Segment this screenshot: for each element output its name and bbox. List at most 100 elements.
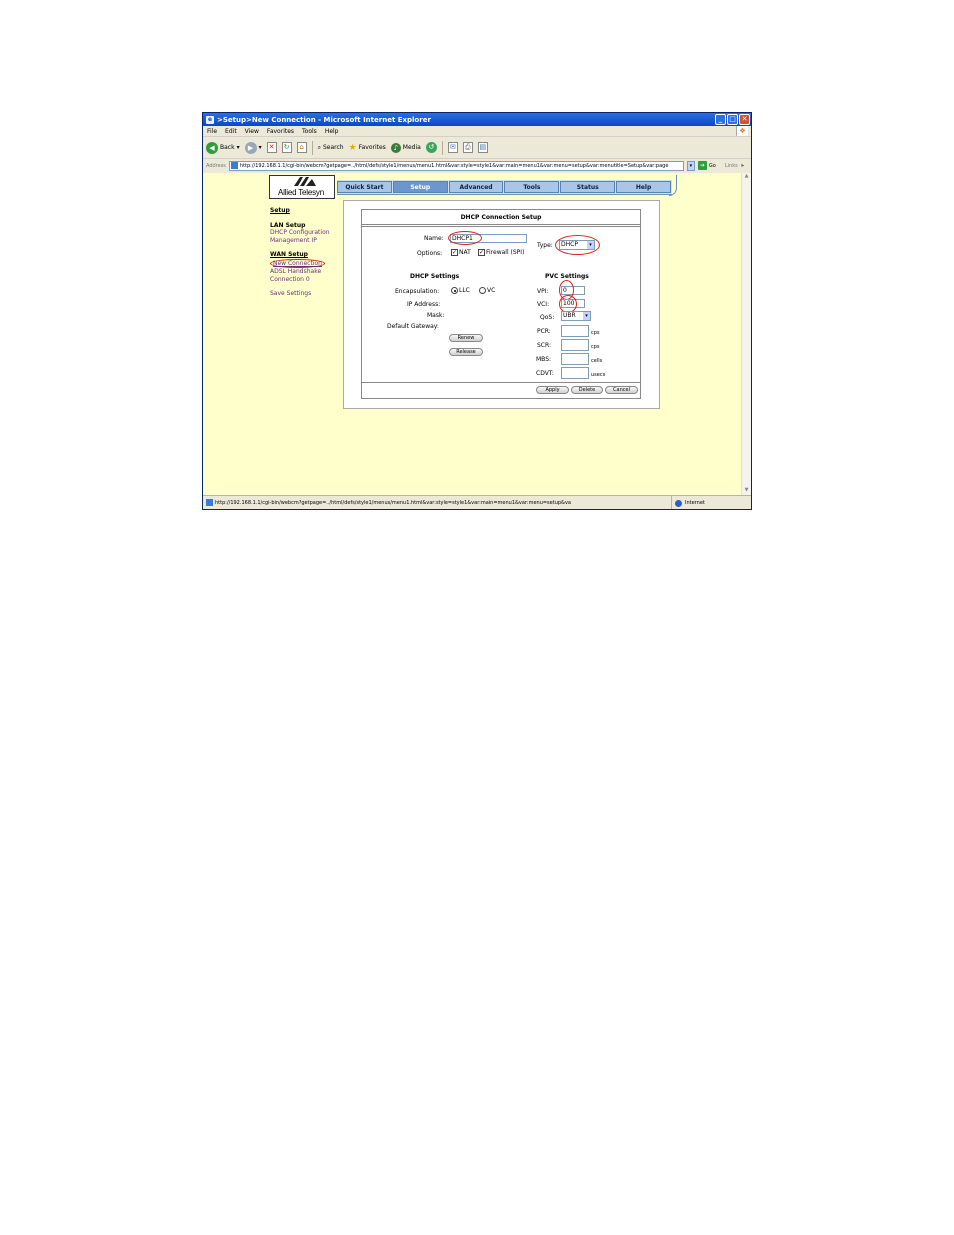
tab-advanced[interactable]: Advanced [448,181,504,193]
mail-icon[interactable]: ✉ [447,142,458,153]
stop-icon[interactable]: ✕ [266,142,277,153]
tab-tools[interactable]: Tools [504,181,560,193]
pvc-settings-header: PVC Settings [545,273,589,280]
form-title: DHCP Connection Setup [362,210,640,225]
back-arrow-icon: ◀ [206,141,218,154]
chevron-right-icon[interactable]: » [741,163,744,169]
cdvt-label: CDVT: [536,370,554,377]
check-icon: ✓ [451,249,458,256]
chevron-down-icon: ▾ [258,144,262,151]
mbs-label: MBS: [536,356,552,363]
go-label: Go [708,162,716,169]
security-zone: Internet [671,496,751,509]
back-button[interactable]: ◀ Back ▾ [206,141,240,154]
llc-radio[interactable]: LLC [450,287,470,294]
pcr-input[interactable] [561,325,589,337]
search-button[interactable]: ⌕ Search [318,144,344,152]
favorites-button[interactable]: ★ Favorites [349,143,386,153]
go-arrow-icon: ➜ [697,161,707,170]
title-bar: e >Setup>New Connection - Microsoft Inte… [203,113,751,126]
dhcp-settings-header: DHCP Settings [410,273,460,280]
toolbar: ◀ Back ▾ ▶ ▾ ✕ ↻ ⌂ ⌕ Search ★ Favorites … [203,137,751,159]
scr-input[interactable] [561,339,589,351]
forward-button[interactable]: ▶ ▾ [244,141,262,154]
globe-icon [675,499,682,507]
menu-tools[interactable]: Tools [302,128,317,135]
maximize-button[interactable]: □ [727,114,738,125]
qos-select[interactable]: UBR ▾ [561,311,591,321]
vc-radio[interactable]: VC [478,287,495,294]
radio-icon [479,287,486,294]
tab-quick-start[interactable]: Quick Start [337,181,392,193]
wan-setup-header: WAN Setup [270,251,308,258]
sidebar-title[interactable]: Setup [270,207,350,215]
ip-address-label: IP Address: [407,301,441,308]
go-button[interactable]: ➜ Go [697,161,716,170]
page-icon [230,162,238,169]
options-label: Options: [417,250,443,257]
refresh-icon[interactable]: ↻ [281,142,292,153]
edit-icon[interactable]: ▤ [477,142,488,153]
chevron-down-icon: ▾ [236,144,240,151]
cdvt-unit: usecs [591,372,606,378]
menu-view[interactable]: View [245,128,259,135]
release-button[interactable]: Release [449,348,483,356]
tab-setup[interactable]: Setup [392,181,448,193]
home-icon[interactable]: ⌂ [296,142,307,153]
radio-icon [451,287,458,294]
qos-value: UBR [563,312,576,319]
cancel-button[interactable]: Cancel [605,386,638,394]
sidebar-item-new-connection[interactable]: New Connection [270,258,325,268]
mbs-input[interactable] [561,353,589,365]
menu-favorites[interactable]: Favorites [267,128,294,135]
dhcp-connection-form: DHCP Connection Setup Name: DHCP1 Type: … [361,209,641,399]
vertical-scrollbar[interactable]: ▲ ▼ [741,173,751,496]
address-input[interactable]: http://192.168.1.1/cgi-bin/webcm?getpage… [228,160,684,171]
delete-button[interactable]: Delete [571,386,603,394]
qos-label: QoS: [540,314,555,321]
menu-bar: File Edit View Favorites Tools Help ❖ [203,126,751,137]
links-button[interactable]: Links [725,163,738,169]
close-button[interactable]: ✕ [739,114,750,125]
form-panel: DHCP Connection Setup Name: DHCP1 Type: … [343,200,660,409]
media-icon: ♪ [390,142,401,153]
apply-button[interactable]: Apply [536,386,569,394]
nav-decoration [669,175,677,196]
type-label: Type: [537,242,553,249]
annotation-circle [448,231,482,245]
sidebar-item-management-ip[interactable]: Management IP [270,237,350,245]
nat-checkbox[interactable]: ✓ NAT [450,249,471,256]
mbs-unit: cells [591,358,603,364]
history-icon[interactable]: ↺ [425,142,437,153]
cdvt-input[interactable] [561,367,589,379]
menu-help[interactable]: Help [325,128,339,135]
sidebar-item-adsl-handshake[interactable]: ADSL Handshake [270,268,350,276]
minimize-button[interactable]: _ [715,114,726,125]
status-bar: http://192.168.1.1/cgi-bin/webcm?getpage… [203,495,751,509]
address-dropdown-icon[interactable]: ▾ [686,160,695,171]
sidebar-item-connection-0[interactable]: Connection 0 [270,276,350,284]
firewall-checkbox[interactable]: ✓ Firewall (SPI) [477,249,524,256]
encapsulation-label: Encapsulation: [395,288,440,295]
tab-help[interactable]: Help [616,181,671,193]
vc-label: VC [487,287,496,294]
scroll-up-icon[interactable]: ▲ [742,173,751,182]
back-label: Back [220,144,235,151]
sidebar-item-save-settings[interactable]: Save Settings [270,290,350,298]
tab-status[interactable]: Status [560,181,616,193]
toolbar-separator [311,140,313,155]
sidebar-item-dhcp-configuration[interactable]: DHCP Configuration [270,229,350,237]
address-label: Address [206,162,226,169]
vci-label: VCI: [537,301,550,308]
page-icon [206,499,213,506]
print-icon[interactable]: ⎙ [462,142,473,153]
mask-label: Mask: [427,312,445,319]
menu-file[interactable]: File [207,128,217,135]
sidebar: Setup LAN Setup DHCP Configuration Manag… [270,207,350,298]
menu-edit[interactable]: Edit [225,128,237,135]
nat-label: NAT [459,249,471,256]
media-button[interactable]: ♪ Media [390,142,421,153]
renew-button[interactable]: Renew [449,334,483,342]
firewall-label: Firewall (SPI) [486,249,525,256]
address-bar: Address http://192.168.1.1/cgi-bin/webcm… [203,159,751,172]
